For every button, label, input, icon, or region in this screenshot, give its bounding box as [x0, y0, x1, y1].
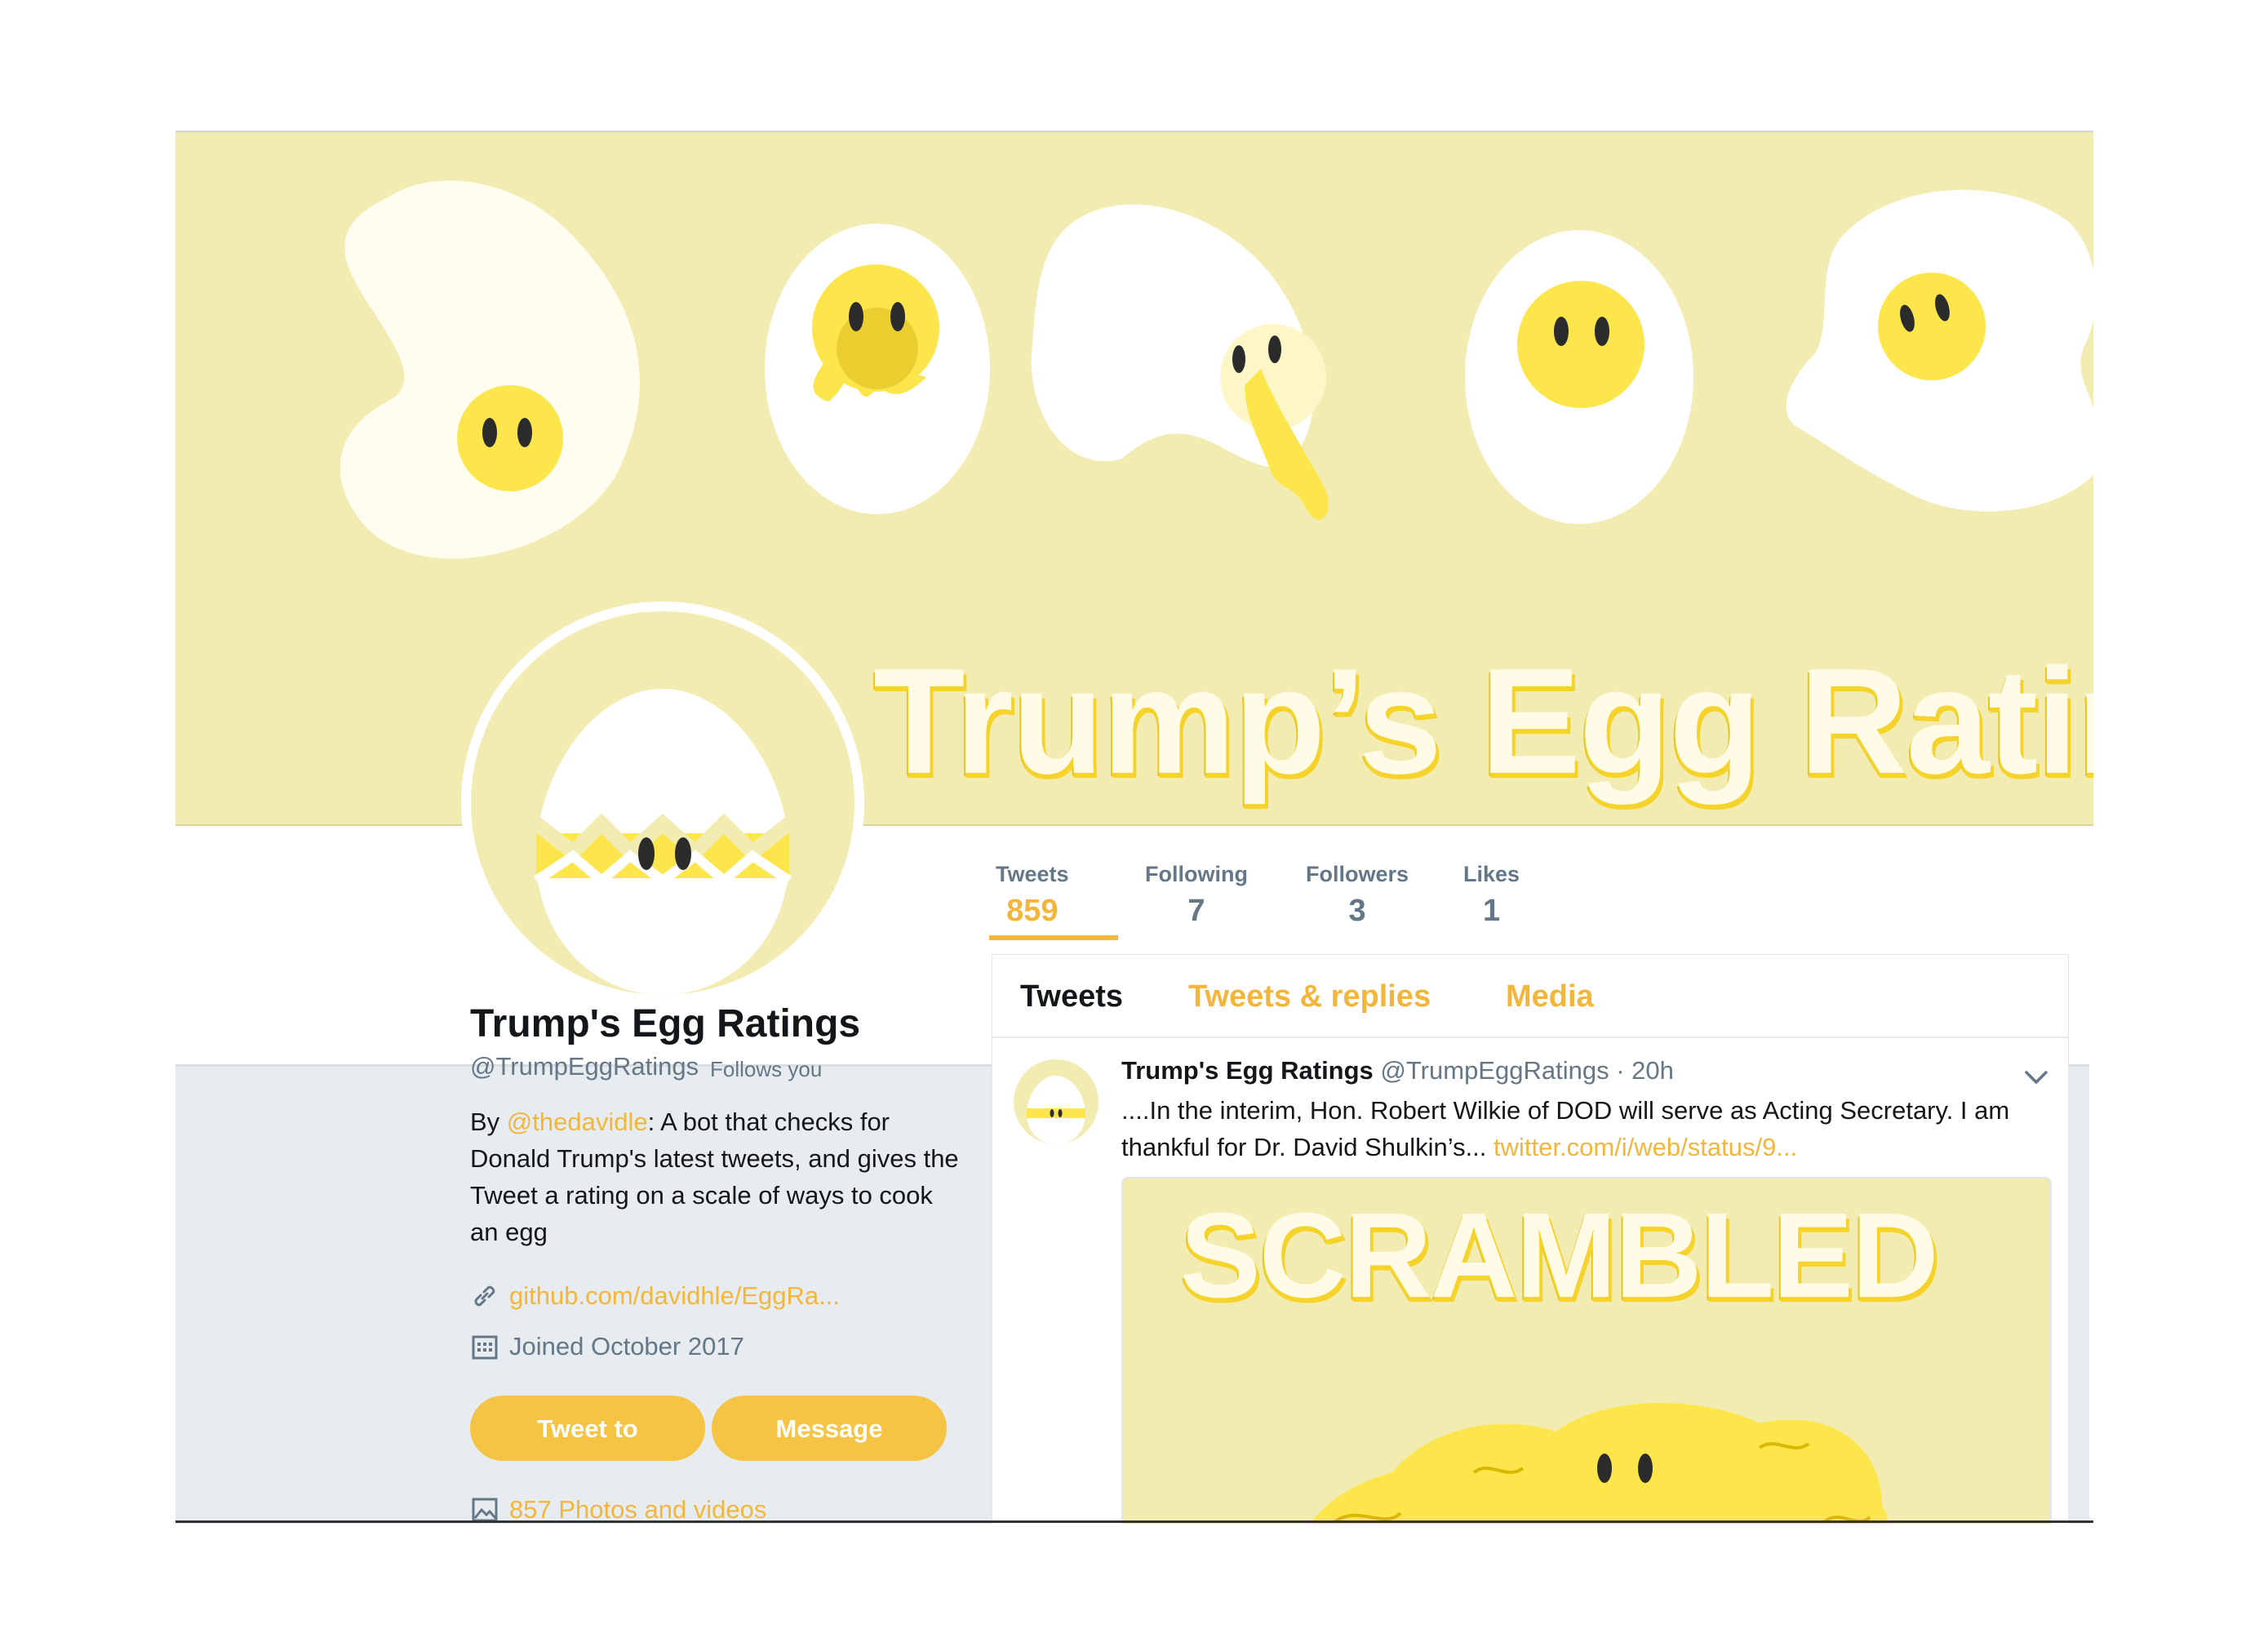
over-easy-egg-illustration: [1786, 189, 2093, 512]
stat-followers-value: 3: [1348, 894, 1366, 928]
photos-videos-label[interactable]: 857 Photos and videos: [509, 1495, 766, 1524]
profile-url-row[interactable]: github.com/davidhle/EggRa...: [470, 1281, 840, 1311]
tweet-avatar[interactable]: [1014, 1059, 1098, 1144]
joined-date: Joined October 2017: [509, 1332, 744, 1361]
stat-following-label: Following: [1145, 862, 1248, 886]
tweet-author-name[interactable]: Trump's Egg Ratings: [1121, 1056, 1374, 1085]
joined-date-row: Joined October 2017: [470, 1332, 744, 1361]
tab-tweets-and-replies[interactable]: Tweets & replies: [1188, 979, 1431, 1014]
profile-url[interactable]: github.com/davidhle/EggRa...: [509, 1281, 840, 1311]
link-icon: [474, 1285, 495, 1307]
fried-egg-illustration: [340, 180, 640, 559]
profile-page: Trump’s Egg Ratin Tweets 859 Following 7…: [175, 131, 2093, 1524]
timeline-tabs: Tweets Tweets & replies Media: [992, 955, 2068, 1038]
stat-followers[interactable]: Followers 3: [1306, 862, 1409, 929]
stat-likes[interactable]: Likes 1: [1463, 862, 1520, 929]
chevron-down-icon[interactable]: [2022, 1066, 2050, 1089]
image-icon: [472, 1498, 498, 1522]
profile-bio: By @thedavidle: A bot that checks for Do…: [470, 1103, 960, 1250]
active-tab-indicator: [989, 935, 1118, 940]
message-button[interactable]: Message: [712, 1396, 947, 1461]
stat-followers-label: Followers: [1306, 862, 1409, 886]
profile-avatar[interactable]: [461, 601, 864, 1005]
tweet-link[interactable]: twitter.com/i/web/status/9...: [1494, 1133, 1797, 1161]
tweet-separator: ·: [1616, 1056, 1625, 1085]
stat-following-value: 7: [1187, 894, 1205, 928]
frame-bottom-border: [175, 1520, 2093, 1523]
tab-tweets[interactable]: Tweets: [1020, 979, 1123, 1014]
soft-boiled-egg-illustration: [765, 224, 990, 514]
tweet-text: ....In the interim, Hon. Robert Wilkie o…: [1121, 1092, 2035, 1165]
cracked-egg-avatar-icon: [531, 689, 794, 995]
tweet-timestamp[interactable]: 20h: [1631, 1056, 1674, 1085]
cracked-egg-avatar-icon: [1027, 1076, 1085, 1144]
sidebar-edge: [2089, 954, 2093, 1524]
stat-likes-value: 1: [1482, 894, 1501, 928]
tweet-media-image[interactable]: SCRAMBLED: [1121, 1177, 2052, 1524]
tweet-to-button[interactable]: Tweet to: [470, 1396, 705, 1461]
tab-media[interactable]: Media: [1506, 979, 1594, 1014]
follows-you-badge: Follows you: [710, 1057, 823, 1081]
timeline: Tweets Tweets & replies Media Trump's Eg…: [992, 954, 2069, 1524]
media-caption-word: SCRAMBLED: [1180, 1188, 1939, 1323]
stat-likes-label: Likes: [1463, 862, 1520, 886]
profile-name[interactable]: Trump's Egg Ratings: [470, 1001, 860, 1046]
calendar-icon: [472, 1335, 498, 1360]
bio-prefix: By: [470, 1108, 507, 1136]
stat-tweets[interactable]: Tweets 859: [996, 862, 1069, 929]
header-banner: Trump’s Egg Ratin: [175, 132, 2093, 826]
tweet-header: Trump's Egg Ratings @TrumpEggRatings · 2…: [1121, 1056, 1674, 1085]
bio-mention-link[interactable]: @thedavidle: [507, 1108, 648, 1136]
tweet-author-handle[interactable]: @TrumpEggRatings: [1380, 1056, 1609, 1085]
banner-title: Trump’s Egg Ratin: [873, 637, 2093, 805]
hard-boiled-egg-illustration: [1465, 230, 1693, 524]
stat-tweets-label: Tweets: [996, 862, 1069, 886]
tweet-item[interactable]: Trump's Egg Ratings @TrumpEggRatings · 2…: [992, 1038, 2068, 1524]
poached-egg-illustration: [1031, 204, 1329, 520]
photos-videos-link[interactable]: 857 Photos and videos: [470, 1495, 766, 1524]
stat-tweets-value: 859: [1006, 894, 1059, 928]
profile-handle[interactable]: @TrumpEggRatings: [470, 1052, 699, 1081]
stat-following[interactable]: Following 7: [1145, 862, 1248, 929]
